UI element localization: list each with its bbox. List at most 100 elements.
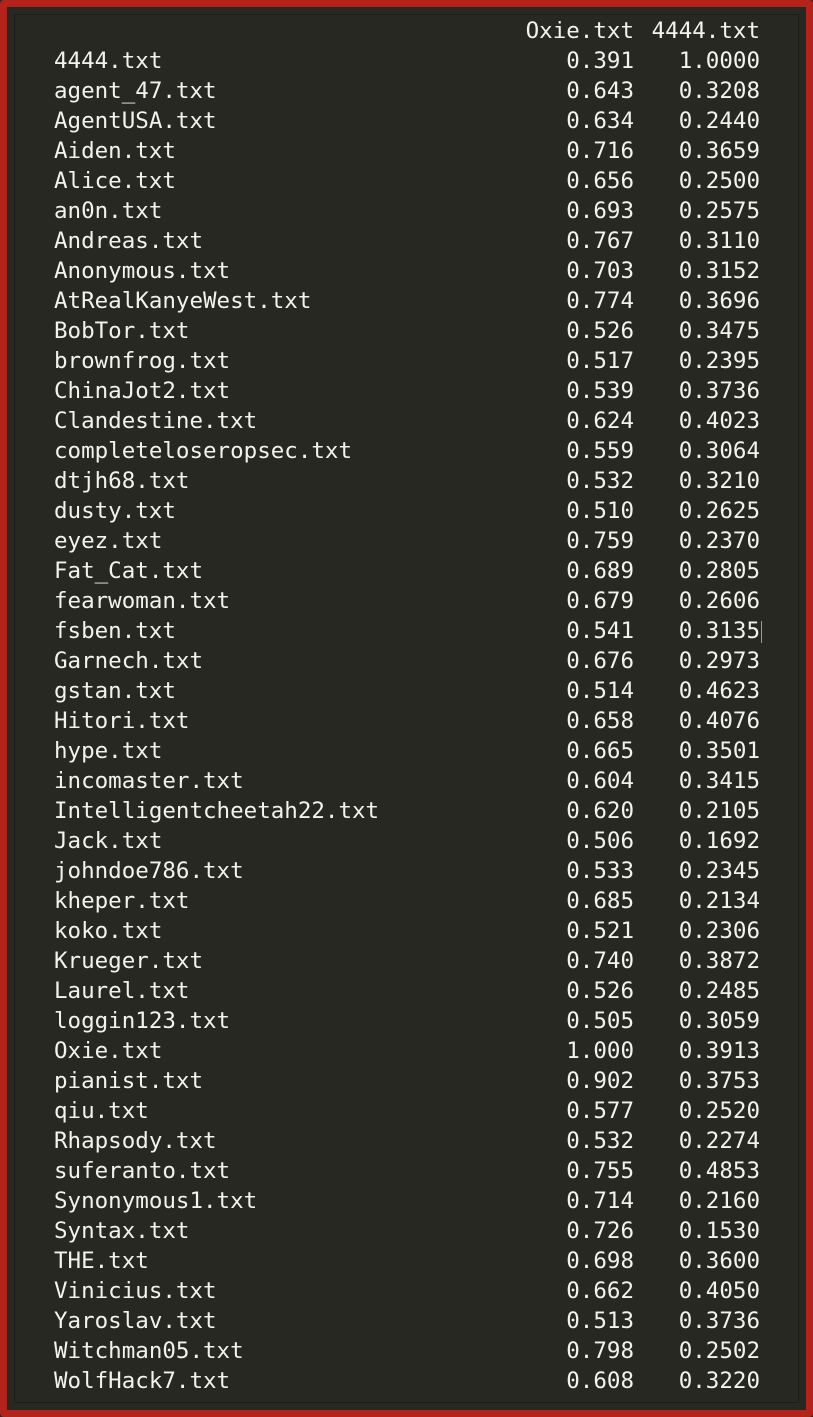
table-row: pianist.txt 0.902 0.3753 xyxy=(7,1066,806,1096)
row-oxie-score: 0.643 xyxy=(566,78,634,104)
row-oxie-score: 0.506 xyxy=(566,828,634,854)
table-row: Garnech.txt 0.676 0.2973 xyxy=(7,646,806,676)
table-row: AtRealKanyeWest.txt 0.774 0.3696 xyxy=(7,286,806,316)
row-4444-score: 1.0000 xyxy=(678,48,760,74)
row-4444-score: 0.2625 xyxy=(678,498,760,524)
row-oxie-score: 0.539 xyxy=(566,378,634,404)
row-oxie-score: 0.608 xyxy=(566,1368,634,1394)
row-filename: brownfrog.txt xyxy=(54,348,231,374)
row-oxie-score: 0.679 xyxy=(566,588,634,614)
row-filename: Syntax.txt xyxy=(54,1218,190,1244)
row-4444-score: 0.3736 xyxy=(678,1308,760,1334)
row-oxie-score: 0.658 xyxy=(566,708,634,734)
row-filename: ChinaJot2.txt xyxy=(54,378,231,404)
table-row: hype.txt 0.665 0.3501 xyxy=(7,736,806,766)
row-4444-score: 0.1530 xyxy=(678,1218,760,1244)
row-oxie-score: 0.698 xyxy=(566,1248,634,1274)
table-row: Anonymous.txt 0.703 0.3152 xyxy=(7,256,806,286)
row-oxie-score: 0.759 xyxy=(566,528,634,554)
row-filename: BobTor.txt xyxy=(54,318,190,344)
row-oxie-score: 0.521 xyxy=(566,918,634,944)
row-filename: an0n.txt xyxy=(54,198,163,224)
table-row: Vinicius.txt 0.662 0.4050 xyxy=(7,1276,806,1306)
table-row: an0n.txt 0.693 0.2575 xyxy=(7,196,806,226)
row-oxie-score: 0.902 xyxy=(566,1068,634,1094)
table-row: brownfrog.txt 0.517 0.2395 xyxy=(7,346,806,376)
row-filename: dtjh68.txt xyxy=(54,468,190,494)
row-oxie-score: 1.000 xyxy=(566,1038,634,1064)
row-4444-score: 0.3064 xyxy=(678,438,760,464)
row-filename: fsben.txt xyxy=(54,618,176,644)
table-row: johndoe786.txt 0.533 0.2345 xyxy=(7,856,806,886)
row-4444-score: 0.3475 xyxy=(678,318,760,344)
row-filename: kheper.txt xyxy=(54,888,190,914)
row-oxie-score: 0.532 xyxy=(566,468,634,494)
row-filename: Yaroslav.txt xyxy=(54,1308,217,1334)
row-oxie-score: 0.559 xyxy=(566,438,634,464)
row-4444-score: 0.3059 xyxy=(678,1008,760,1034)
row-filename: hype.txt xyxy=(54,738,163,764)
table-row: THE.txt 0.698 0.3600 xyxy=(7,1246,806,1276)
row-4444-score: 0.3415 xyxy=(678,768,760,794)
table-row: Synonymous1.txt 0.714 0.2160 xyxy=(7,1186,806,1216)
row-oxie-score: 0.634 xyxy=(566,108,634,134)
row-4444-score: 0.4050 xyxy=(678,1278,760,1304)
table-row: qiu.txt 0.577 0.2520 xyxy=(7,1096,806,1126)
row-filename: THE.txt xyxy=(54,1248,149,1274)
table-row: Alice.txt 0.656 0.2500 xyxy=(7,166,806,196)
table-row: Oxie.txt 1.000 0.3913 xyxy=(7,1036,806,1066)
table-row: fearwoman.txt 0.679 0.2606 xyxy=(7,586,806,616)
row-oxie-score: 0.676 xyxy=(566,648,634,674)
table-row: eyez.txt 0.759 0.2370 xyxy=(7,526,806,556)
row-oxie-score: 0.513 xyxy=(566,1308,634,1334)
text-cursor xyxy=(761,621,762,643)
row-oxie-score: 0.689 xyxy=(566,558,634,584)
row-oxie-score: 0.662 xyxy=(566,1278,634,1304)
row-oxie-score: 0.532 xyxy=(566,1128,634,1154)
row-filename: Intelligentcheetah22.txt xyxy=(54,798,380,824)
row-filename: gstan.txt xyxy=(54,678,176,704)
table-row: dtjh68.txt 0.532 0.3210 xyxy=(7,466,806,496)
row-4444-score: 0.3600 xyxy=(678,1248,760,1274)
row-4444-score: 0.2274 xyxy=(678,1128,760,1154)
row-4444-score: 0.2520 xyxy=(678,1098,760,1124)
row-oxie-score: 0.755 xyxy=(566,1158,634,1184)
row-filename: Hitori.txt xyxy=(54,708,190,734)
row-oxie-score: 0.541 xyxy=(566,618,634,644)
row-oxie-score: 0.726 xyxy=(566,1218,634,1244)
table-row: Aiden.txt 0.716 0.3659 xyxy=(7,136,806,166)
row-4444-score: 0.2306 xyxy=(678,918,760,944)
row-4444-score: 0.4076 xyxy=(678,708,760,734)
row-4444-score: 0.2345 xyxy=(678,858,760,884)
row-filename: 4444.txt xyxy=(54,48,163,74)
row-filename: completeloseropsec.txt xyxy=(54,438,353,464)
row-4444-score: 0.3659 xyxy=(678,138,760,164)
row-filename: Alice.txt xyxy=(54,168,176,194)
row-filename: agent_47.txt xyxy=(54,78,217,104)
row-4444-score: 0.3501 xyxy=(678,738,760,764)
row-filename: Vinicius.txt xyxy=(54,1278,217,1304)
row-4444-score: 0.2160 xyxy=(678,1188,760,1214)
row-4444-score: 0.2500 xyxy=(678,168,760,194)
row-filename: Witchman05.txt xyxy=(54,1338,244,1364)
row-oxie-score: 0.693 xyxy=(566,198,634,224)
row-oxie-score: 0.526 xyxy=(566,978,634,1004)
table-row: Syntax.txt 0.726 0.1530 xyxy=(7,1216,806,1246)
row-filename: Krueger.txt xyxy=(54,948,204,974)
row-filename: AtRealKanyeWest.txt xyxy=(54,288,312,314)
table-header-row: Oxie.txt 4444.txt xyxy=(7,16,806,46)
row-filename: Laurel.txt xyxy=(54,978,190,1004)
row-oxie-score: 0.391 xyxy=(566,48,634,74)
table-row: dusty.txt 0.510 0.2625 xyxy=(7,496,806,526)
row-oxie-score: 0.703 xyxy=(566,258,634,284)
table-row: 4444.txt 0.391 1.0000 xyxy=(7,46,806,76)
table-row: suferanto.txt 0.755 0.4853 xyxy=(7,1156,806,1186)
table-row: Rhapsody.txt 0.532 0.2274 xyxy=(7,1126,806,1156)
row-4444-score: 0.2606 xyxy=(678,588,760,614)
row-oxie-score: 0.620 xyxy=(566,798,634,824)
row-4444-score: 0.1692 xyxy=(678,828,760,854)
row-filename: dusty.txt xyxy=(54,498,176,524)
row-4444-score: 0.3736 xyxy=(678,378,760,404)
row-filename: Jack.txt xyxy=(54,828,163,854)
table-row: loggin123.txt 0.505 0.3059 xyxy=(7,1006,806,1036)
